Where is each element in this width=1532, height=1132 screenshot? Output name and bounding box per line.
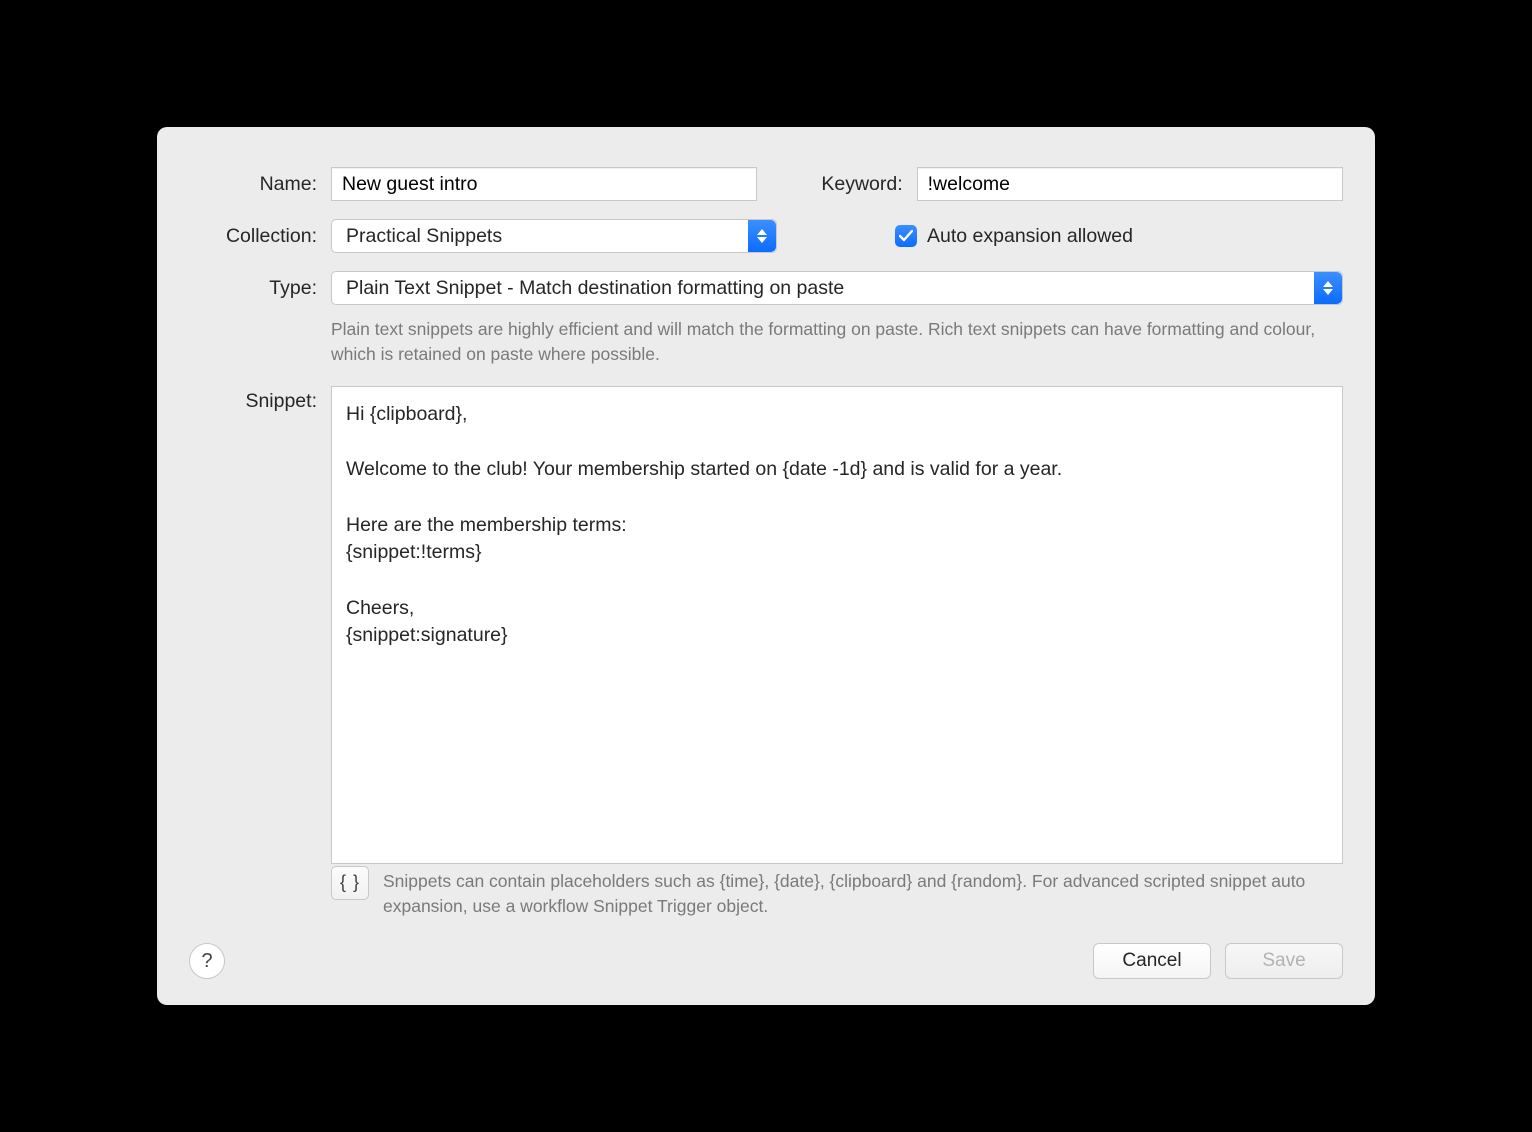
snippet-label: Snippet:	[189, 386, 317, 413]
checkmark-icon	[895, 225, 917, 247]
keyword-label: Keyword:	[771, 173, 902, 196]
collection-select[interactable]: Practical Snippets	[331, 219, 777, 253]
help-button[interactable]: ?	[189, 943, 225, 979]
dialog-button-row: Cancel Save	[1093, 943, 1343, 979]
name-field[interactable]	[331, 167, 757, 201]
auto-expansion-checkbox-wrap[interactable]: Auto expansion allowed	[791, 225, 1343, 248]
type-hint-text: Plain text snippets are highly efficient…	[331, 317, 1343, 368]
keyword-field[interactable]	[917, 167, 1343, 201]
snippet-footer: { } Snippets can contain placeholders su…	[331, 866, 1343, 920]
name-label: Name:	[189, 173, 317, 196]
type-select[interactable]: Plain Text Snippet - Match destination f…	[331, 271, 1343, 305]
select-stepper-icon	[1314, 272, 1342, 304]
type-label: Type:	[189, 277, 317, 300]
name-keyword-row: Keyword:	[331, 167, 1343, 201]
type-value: Plain Text Snippet - Match destination f…	[346, 277, 844, 300]
auto-expansion-label: Auto expansion allowed	[927, 225, 1133, 248]
collection-value: Practical Snippets	[346, 225, 502, 248]
save-button[interactable]: Save	[1225, 943, 1343, 979]
placeholder-menu-button[interactable]: { }	[331, 866, 369, 900]
snippet-footer-hint: Snippets can contain placeholders such a…	[383, 866, 1343, 920]
select-stepper-icon	[748, 220, 776, 252]
snippet-editor-dialog: Name: Keyword: Collection: Practical Sni…	[157, 127, 1375, 1005]
cancel-button[interactable]: Cancel	[1093, 943, 1211, 979]
collection-label: Collection:	[189, 225, 317, 248]
collection-row: Practical Snippets Auto expansion allowe…	[331, 219, 1343, 253]
snippet-textarea[interactable]	[331, 386, 1343, 864]
type-row: Plain Text Snippet - Match destination f…	[331, 271, 1343, 305]
